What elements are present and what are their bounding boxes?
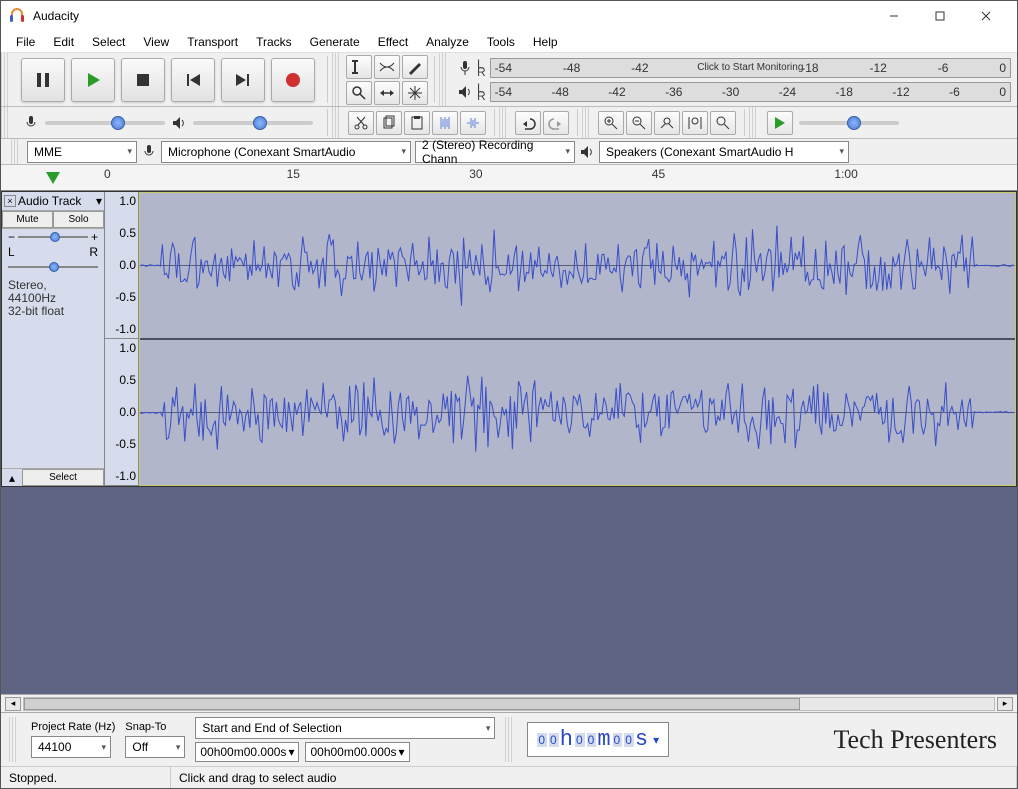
fit-selection-icon[interactable] (654, 111, 680, 135)
silence-icon[interactable] (460, 111, 486, 135)
playhead-icon[interactable] (46, 172, 60, 184)
audio-host-combo[interactable]: MME (27, 141, 137, 163)
menu-file[interactable]: File (7, 32, 44, 52)
redo-icon[interactable] (543, 111, 569, 135)
menubar: File Edit Select View Transport Tracks G… (1, 31, 1017, 53)
device-toolbar: MME Microphone (Conexant SmartAudio 2 (S… (1, 139, 1017, 165)
track-menu-icon[interactable]: ▾ (96, 194, 102, 208)
undo-icon[interactable] (515, 111, 541, 135)
recording-volume-slider[interactable] (45, 121, 165, 125)
menu-analyze[interactable]: Analyze (417, 32, 478, 52)
track-name[interactable]: Audio Track (18, 194, 94, 208)
track-select-button[interactable]: Select (22, 469, 104, 486)
speaker-device-icon (579, 144, 595, 160)
selection-toolbar: Project Rate (Hz) 44100 Snap-To Off Star… (1, 712, 1017, 766)
toolbar-transport-row: LR -54-48-42-18-12-60 Click to Start Mon… (1, 53, 1017, 107)
app-icon (9, 8, 25, 24)
statusbar: Stopped. Click and drag to select audio (1, 766, 1017, 788)
track-close-icon[interactable]: × (4, 195, 16, 207)
minimize-button[interactable] (871, 1, 917, 31)
project-rate-combo[interactable]: 44100 (31, 736, 111, 758)
pause-button[interactable] (21, 58, 65, 102)
project-rate-label: Project Rate (Hz) (31, 721, 115, 733)
stop-button[interactable] (121, 58, 165, 102)
waveform-display[interactable] (139, 192, 1016, 486)
close-button[interactable] (963, 1, 1009, 31)
audio-position-timecode[interactable]: 00 h 00 m 00 s▾ (527, 722, 669, 757)
menu-tools[interactable]: Tools (478, 32, 524, 52)
horizontal-scrollbar[interactable]: ◂ ▸ (1, 694, 1017, 712)
track-format-info: Stereo, 44100Hz 32-bit float (2, 275, 104, 322)
recording-meter[interactable]: -54-48-42-18-12-60 Click to Start Monito… (490, 58, 1011, 78)
playback-meter[interactable]: -54-48-42-36-30-24-18-12-60 (490, 82, 1011, 102)
menu-tracks[interactable]: Tracks (247, 32, 301, 52)
status-state: Stopped. (1, 767, 171, 788)
menu-effect[interactable]: Effect (369, 32, 417, 52)
tracks-area: × Audio Track ▾ Mute Solo −+ LR Stereo, … (1, 191, 1017, 694)
playback-speed-slider[interactable] (799, 121, 899, 125)
menu-generate[interactable]: Generate (301, 32, 369, 52)
playback-device-combo[interactable]: Speakers (Conexant SmartAudio H (599, 141, 849, 163)
mic-meter-icon[interactable] (457, 60, 473, 76)
track-control-panel: × Audio Track ▾ Mute Solo −+ LR Stereo, … (2, 192, 105, 486)
scroll-right-icon[interactable]: ▸ (997, 697, 1013, 711)
playback-volume-slider[interactable] (193, 121, 313, 125)
menu-transport[interactable]: Transport (178, 32, 247, 52)
scroll-left-icon[interactable]: ◂ (5, 697, 21, 711)
pan-slider[interactable] (2, 259, 104, 275)
play-at-speed-icon[interactable] (767, 111, 793, 135)
zoom-toggle-icon[interactable] (710, 111, 736, 135)
toolbar-mixer-row (1, 107, 1017, 139)
selection-mode-combo[interactable]: Start and End of Selection (195, 717, 495, 739)
watermark-text: Tech Presenters (833, 725, 1009, 755)
play-volume-icon (171, 115, 187, 131)
trim-icon[interactable] (432, 111, 458, 135)
multi-tool-icon[interactable] (402, 81, 428, 105)
mute-button[interactable]: Mute (2, 211, 53, 228)
recording-device-combo[interactable]: Microphone (Conexant SmartAudio (161, 141, 411, 163)
menu-edit[interactable]: Edit (44, 32, 83, 52)
collapse-icon[interactable]: ▴ (2, 471, 22, 485)
maximize-button[interactable] (917, 1, 963, 31)
zoom-out-icon[interactable] (626, 111, 652, 135)
mic-device-icon (141, 144, 157, 160)
skip-end-button[interactable] (221, 58, 265, 102)
audio-track: × Audio Track ▾ Mute Solo −+ LR Stereo, … (1, 191, 1017, 487)
cut-icon[interactable] (348, 111, 374, 135)
skip-start-button[interactable] (171, 58, 215, 102)
speaker-meter-icon[interactable] (457, 84, 473, 100)
meter-hint: Click to Start Monitoring (697, 62, 803, 73)
timeline-ruler[interactable]: 01530451:001:15 (1, 165, 1017, 191)
selection-tool-icon[interactable] (346, 55, 372, 79)
record-button[interactable] (271, 58, 315, 102)
window-title: Audacity (33, 9, 871, 23)
recording-channels-combo[interactable]: 2 (Stereo) Recording Chann (415, 141, 575, 163)
rec-volume-icon (23, 115, 39, 131)
snap-to-label: Snap-To (125, 721, 185, 733)
waveform-left-channel[interactable] (140, 193, 1015, 340)
titlebar: Audacity (1, 1, 1017, 31)
zoom-tool-icon[interactable] (346, 81, 372, 105)
waveform-right-channel[interactable] (140, 340, 1015, 485)
menu-help[interactable]: Help (524, 32, 567, 52)
paste-icon[interactable] (404, 111, 430, 135)
timeshift-tool-icon[interactable] (374, 81, 400, 105)
envelope-tool-icon[interactable] (374, 55, 400, 79)
play-button[interactable] (71, 58, 115, 102)
amplitude-ruler: 1.00.50.0-0.5-1.0 1.00.50.0-0.5-1.0 (105, 192, 139, 486)
gain-slider[interactable]: −+ (2, 229, 104, 245)
menu-select[interactable]: Select (83, 32, 134, 52)
copy-icon[interactable] (376, 111, 402, 135)
zoom-in-icon[interactable] (598, 111, 624, 135)
menu-view[interactable]: View (134, 32, 178, 52)
status-hint: Click and drag to select audio (171, 767, 1017, 788)
fit-project-icon[interactable] (682, 111, 708, 135)
solo-button[interactable]: Solo (53, 211, 104, 228)
draw-tool-icon[interactable] (402, 55, 428, 79)
selection-start-timecode[interactable]: 00h00m00.000s▾ (195, 742, 299, 762)
snap-to-combo[interactable]: Off (125, 736, 185, 758)
selection-end-timecode[interactable]: 00h00m00.000s▾ (305, 742, 409, 762)
